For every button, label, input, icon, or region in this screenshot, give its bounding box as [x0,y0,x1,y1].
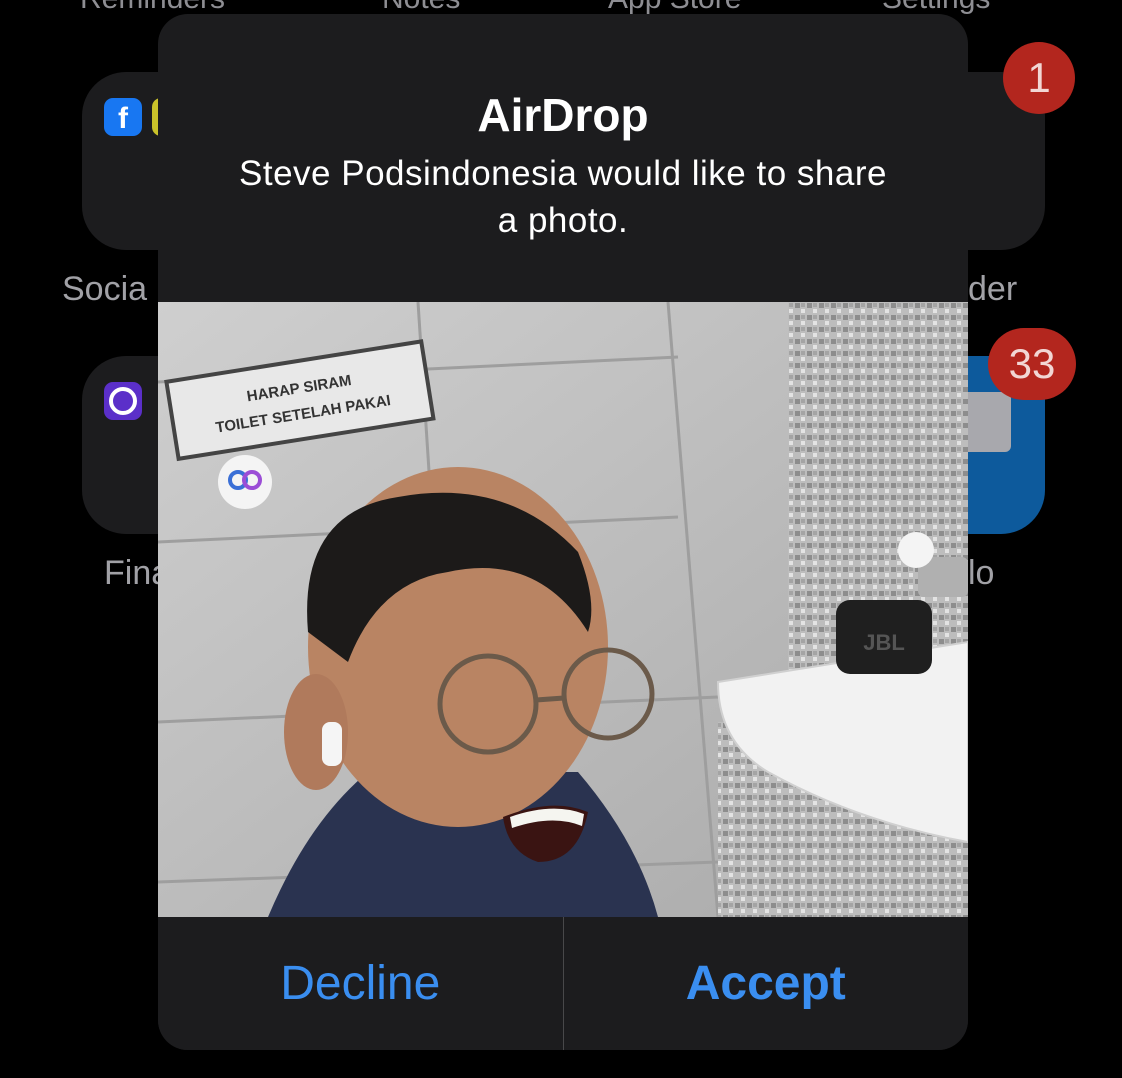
alert-button-row: Decline Accept [158,917,968,1050]
alert-title: AirDrop [477,89,649,141]
circle-app-icon [104,382,142,420]
airdrop-alert: AirDrop Steve Podsindonesia would like t… [158,14,968,1050]
app-label-right-bottom: lo [968,554,995,592]
shared-photo-preview: JBL HARAP SIRAM TOILET SETELAH PAKAI [158,302,968,917]
folder-label-social: Socia [62,270,148,308]
alert-message: Steve Podsindonesia would like to share … [239,154,887,240]
app-glyph-icon [961,392,1011,452]
speaker-brand-text: JBL [863,630,905,655]
facebook-icon: f [104,98,142,136]
notification-badge: 1 [1003,42,1075,114]
folder-label-right-top: der [968,270,1018,308]
accept-button[interactable]: Accept [564,917,969,1050]
decline-button[interactable]: Decline [158,917,563,1050]
notification-badge: 33 [988,328,1076,400]
